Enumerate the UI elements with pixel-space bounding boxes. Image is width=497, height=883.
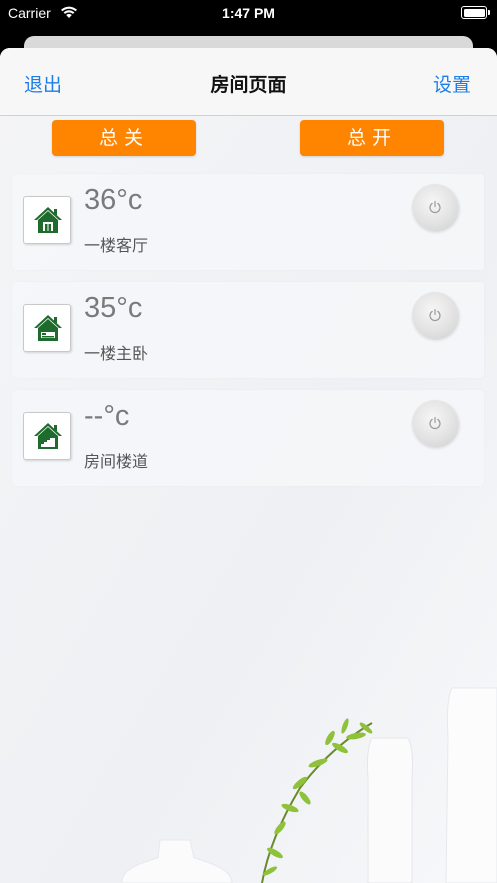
room-icon (23, 196, 71, 244)
room-name: 一楼客厅 (84, 236, 149, 255)
room-sheet: 退出 房间页面 设置 总关 总开 36°c 一楼客厅 35°c 一楼主卧 --°… (0, 48, 497, 883)
room-icon (23, 412, 71, 460)
power-icon (429, 416, 441, 430)
room-temperature: 35°c (84, 292, 143, 324)
power-button[interactable] (412, 400, 458, 446)
battery-icon (461, 6, 490, 19)
house-bed-icon (34, 315, 62, 341)
app-screen: Carrier 1:47 PM 退出 房间页面 设置 总关 总开 36°c 一楼… (0, 0, 497, 883)
power-button[interactable] (412, 184, 458, 230)
room-name: 房间楼道 (84, 452, 149, 471)
status-bar: Carrier 1:47 PM (0, 0, 497, 26)
room-temperature: --°c (84, 400, 130, 432)
power-icon (429, 308, 441, 322)
all-on-button[interactable]: 总开 (300, 120, 444, 156)
room-card[interactable]: --°c 房间楼道 (12, 390, 484, 486)
settings-button[interactable]: 设置 (433, 70, 471, 97)
status-time: 1:47 PM (222, 5, 275, 21)
house-icon (34, 207, 62, 233)
all-off-button[interactable]: 总关 (52, 120, 196, 156)
power-button[interactable] (412, 292, 458, 338)
room-temperature: 36°c (84, 184, 143, 216)
page-title: 房间页面 (210, 74, 287, 96)
power-icon (429, 200, 441, 214)
navigation-bar: 退出 房间页面 设置 (0, 48, 497, 116)
house-stairs-icon (34, 423, 62, 449)
room-card[interactable]: 35°c 一楼主卧 (12, 282, 484, 378)
room-card[interactable]: 36°c 一楼客厅 (12, 174, 484, 270)
room-icon (23, 304, 71, 352)
room-name: 一楼主卧 (84, 344, 149, 363)
